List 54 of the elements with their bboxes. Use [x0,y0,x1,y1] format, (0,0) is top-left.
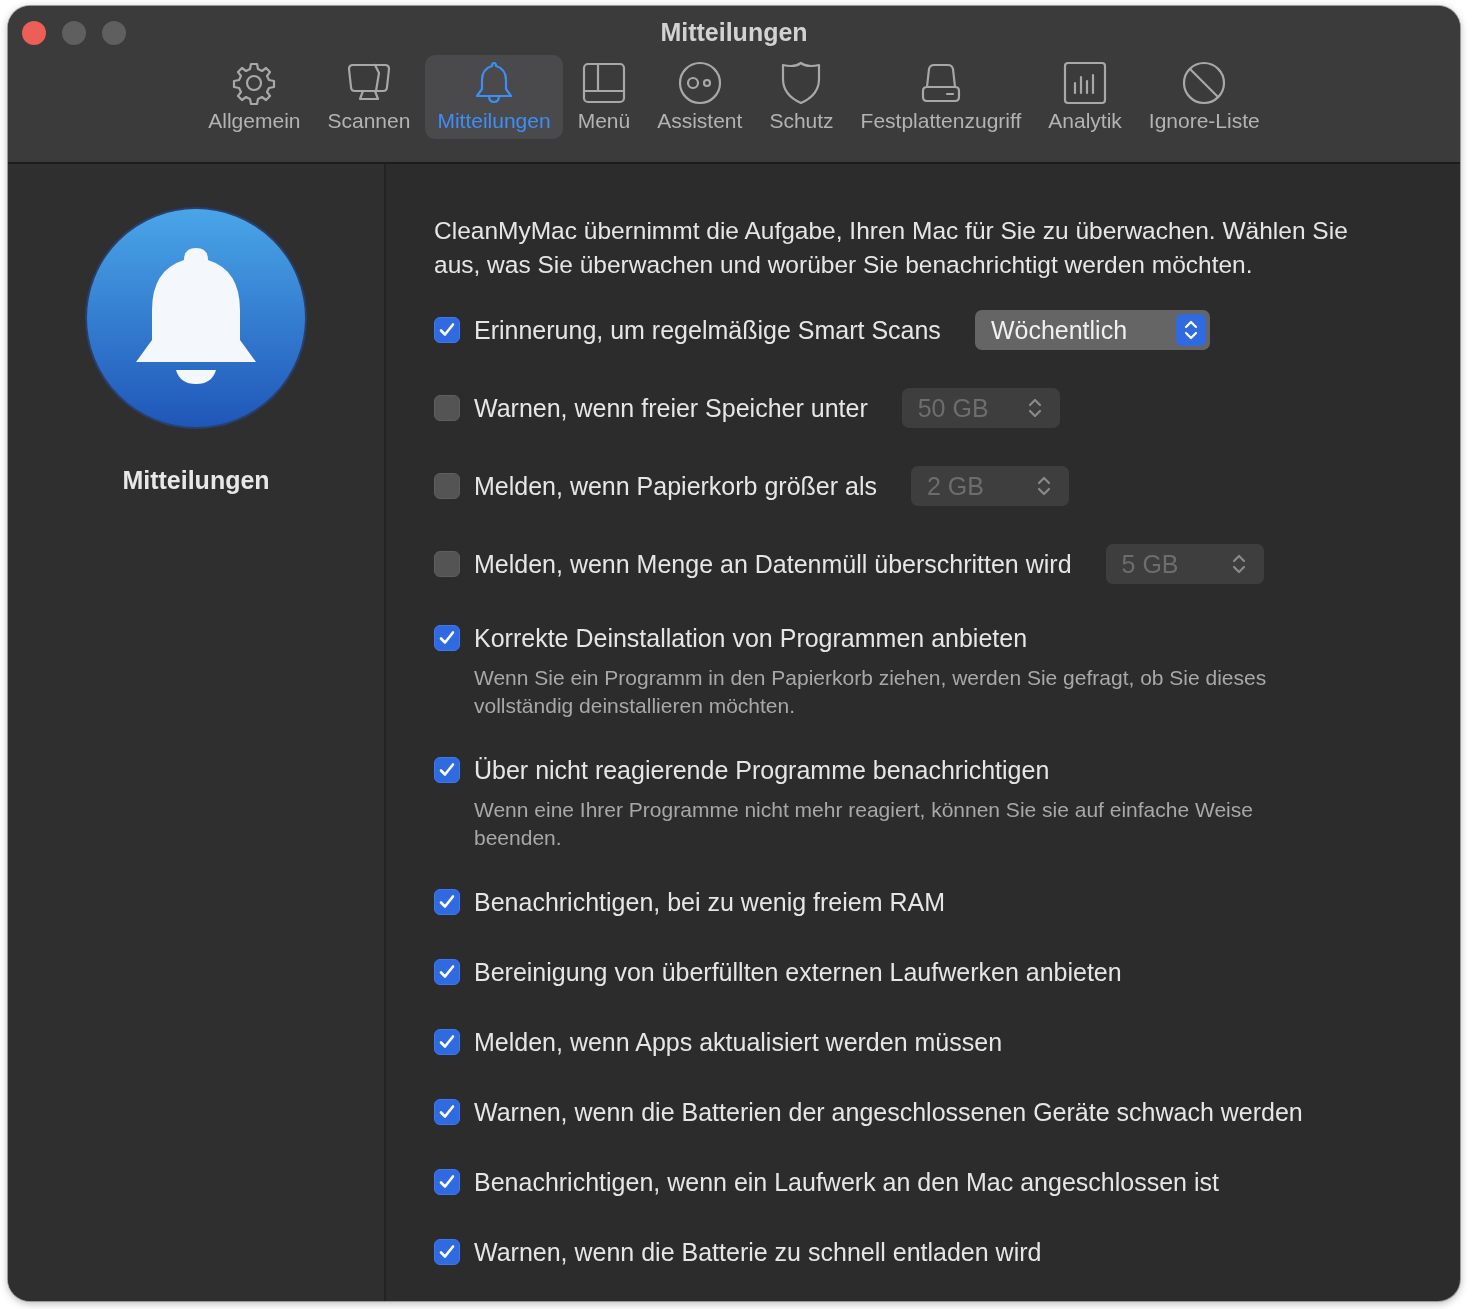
toolbar-tab[interactable]: Assistent [645,55,755,139]
toolbar-tab[interactable]: Allgemein [196,55,313,139]
checkbox[interactable] [434,959,460,985]
option-description: Wenn Sie ein Programm in den Papierkorb ziehen, werden Sie gefragt, ob Sie dieses vollständig deinstallieren möchten. [474,665,1268,719]
checkmark-icon [438,1243,456,1261]
checkmark-icon [438,963,456,981]
option-label: Bereinigung von überfüllten externen Laufwerken anbieten [474,957,1122,987]
option-description: Wenn eine Ihrer Programme nicht mehr reagiert, können Sie sie auf einfache Weise beenden. [474,797,1254,851]
checkbox[interactable] [434,757,460,783]
intro-text: CleanMyMac übernimmt die Aufgabe, Ihren Mac für Sie zu überwachen. Wählen Sie aus, was Sie überwachen und worüber Sie benachrichtigt werden möchten. [434,216,1349,280]
option-label: Warnen, wenn die Batterien der angeschlossenen Geräte schwach werden [474,1097,1303,1127]
up-down-arrows-icon [1036,474,1052,498]
toolbar-tab[interactable]: Menü [565,55,643,139]
checkbox[interactable] [434,1239,460,1265]
checkbox[interactable] [434,889,460,915]
toolbar-tab[interactable]: Mitteilungen [425,55,563,139]
option-label: Warnen, wenn die Batterie zu schnell entladen wird [474,1237,1042,1267]
option-label: Benachrichtigen, bei zu wenig freiem RAM [474,887,946,917]
sidebar-title: Mitteilungen [122,466,270,495]
option-label: Erinnerung, um regelmäßige Smart Scans [474,315,941,345]
window-title: Mitteilungen [660,18,808,47]
checkbox[interactable] [434,473,460,499]
option-label: Melden, wenn Apps aktualisiert werden müssen [474,1027,1003,1057]
option-label: Korrekte Deinstallation von Programmen anbieten [474,623,1028,653]
checkbox[interactable] [434,1029,460,1055]
up-down-arrows-icon [1026,396,1043,420]
checkmark-icon [438,893,456,911]
option-label: Warnen, wenn freier Speicher unter [474,393,868,423]
toolbar-tab[interactable]: Scannen [315,55,423,139]
close-button[interactable] [22,21,46,45]
checkbox[interactable] [434,625,460,651]
option-label: Melden, wenn Menge an Datenmüll überschritten wird [474,549,1072,579]
checkbox[interactable] [434,317,460,343]
checkbox[interactable] [434,1099,460,1125]
checkbox[interactable] [434,551,460,577]
checkmark-icon [438,1173,456,1191]
checkmark-icon [438,321,456,339]
checkbox[interactable] [434,395,460,421]
bell-app-icon [84,206,308,430]
checkbox[interactable] [434,1169,460,1195]
up-down-arrows-icon [1230,552,1247,576]
option-label: Benachrichtigen, wenn ein Laufwerk an den Mac angeschlossen ist [474,1167,1219,1197]
up-down-arrows-icon [1182,318,1199,342]
checkmark-icon [438,1103,456,1121]
option-label: Über nicht reagierende Programme benachrichtigen [474,755,1050,785]
toolbar-tab[interactable]: Analytik [1036,55,1134,139]
popup-button[interactable]: Wöchentlich [974,310,1210,350]
checkmark-icon [438,761,456,779]
option-label: Melden, wenn Papierkorb größer als [474,471,877,501]
toolbar-tab[interactable]: Schutz [757,55,846,139]
checkmark-icon [438,1033,456,1051]
toolbar-tab[interactable]: Ignore-Liste [1136,55,1272,139]
toolbar-tab[interactable]: Festplattenzugriff [848,55,1034,139]
checkmark-icon [438,629,456,647]
